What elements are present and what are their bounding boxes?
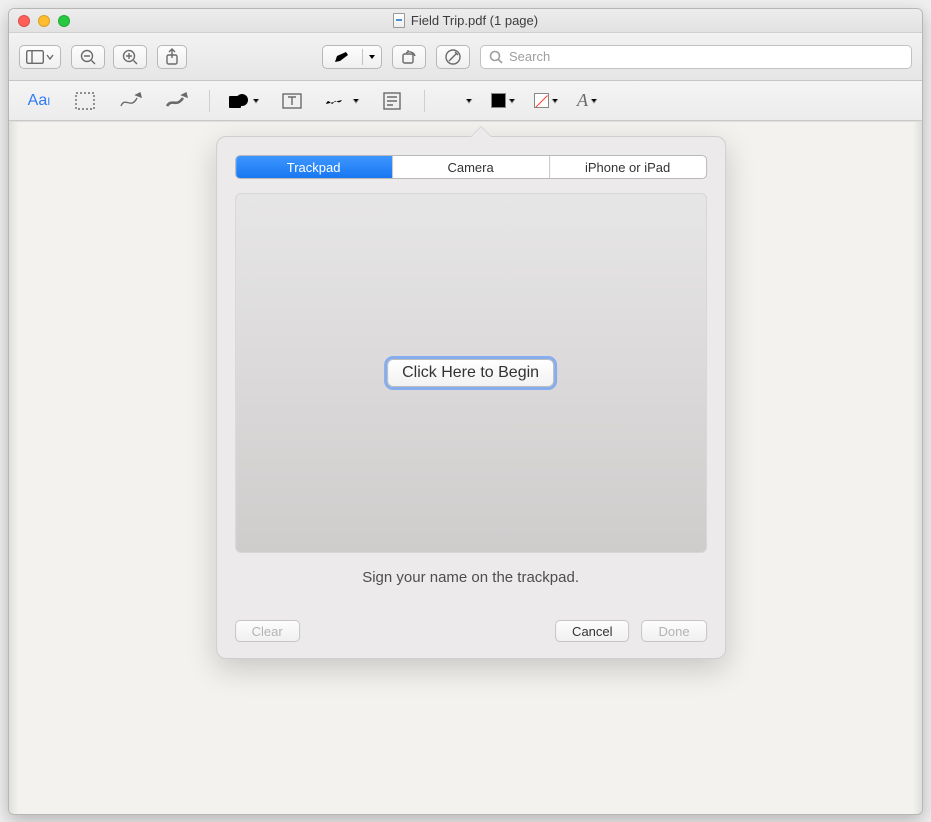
toolbar-divider [424,90,425,112]
cancel-button[interactable]: Cancel [555,620,629,642]
search-placeholder: Search [509,49,550,64]
chevron-down-icon [508,97,516,105]
chevron-down-icon [465,97,473,105]
popover-arrow [471,127,491,137]
search-icon [489,50,503,64]
title-bar: Field Trip.pdf (1 page) [9,9,922,33]
document-area: Trackpad Camera iPhone or iPad Click Her… [9,121,922,814]
document-icon [393,13,405,28]
fill-color-swatch [534,93,549,108]
begin-signature-button[interactable]: Click Here to Begin [387,359,554,387]
rotate-button[interactable] [392,45,426,69]
font-icon: A [577,90,588,111]
popover-button-row: Clear Cancel Done [235,620,707,642]
note-button[interactable] [378,88,406,114]
sketch-button[interactable] [117,88,145,114]
rectangular-selection-button[interactable] [71,88,99,114]
zoom-out-button[interactable] [71,45,105,69]
chevron-down-icon [368,53,376,61]
note-icon [383,92,401,110]
draw-icon [165,92,189,110]
zoom-out-icon [79,48,97,66]
signature-instruction: Sign your name on the trackpad. [235,569,707,586]
signature-canvas[interactable]: Click Here to Begin [235,193,707,553]
chevron-down-icon [252,97,260,105]
text-box-button[interactable] [278,88,306,114]
border-width-button[interactable] [443,94,473,108]
shapes-icon [228,92,250,110]
zoom-window-button[interactable] [58,15,70,27]
main-toolbar: Search [9,33,922,81]
chevron-down-icon [590,97,598,105]
sign-button[interactable] [324,92,360,110]
highlight-button[interactable] [322,45,382,69]
chevron-down-icon [352,97,360,105]
line-weight-icon [443,94,463,108]
window-title: Field Trip.pdf (1 page) [411,13,538,28]
markup-icon [444,48,462,66]
signature-popover: Trackpad Camera iPhone or iPad Click Her… [216,136,726,659]
shapes-button[interactable] [228,92,260,110]
tab-trackpad[interactable]: Trackpad [236,156,393,178]
share-icon [164,48,180,66]
zoom-group [71,45,147,69]
text-style-icon: AaI [28,92,51,110]
text-style-button[interactable]: AaI [25,88,53,114]
preview-window: Field Trip.pdf (1 page) [8,8,923,815]
minimize-window-button[interactable] [38,15,50,27]
border-color-swatch [491,93,506,108]
signature-icon [324,92,350,110]
search-field[interactable]: Search [480,45,912,69]
tab-iphone-ipad[interactable]: iPhone or iPad [550,156,706,178]
chevron-down-icon [46,53,54,61]
close-window-button[interactable] [18,15,30,27]
done-button[interactable]: Done [642,620,707,642]
sketch-icon [119,92,143,110]
zoom-in-icon [121,48,139,66]
chevron-down-icon [551,97,559,105]
markup-button[interactable] [436,45,470,69]
selection-icon [75,92,95,110]
rotate-left-icon [400,48,418,66]
sidebar-view-button[interactable] [19,45,61,69]
border-color-button[interactable] [491,93,516,108]
fill-color-button[interactable] [534,93,559,108]
window-controls [18,15,70,27]
share-button[interactable] [157,45,187,69]
toolbar-divider [209,90,210,112]
zoom-in-button[interactable] [113,45,147,69]
markup-toolbar: AaI [9,81,922,121]
clear-button[interactable]: Clear [235,620,300,642]
font-button[interactable]: A [577,90,598,111]
window-title-area: Field Trip.pdf (1 page) [9,13,922,28]
draw-button[interactable] [163,88,191,114]
text-box-icon [282,92,302,110]
signature-source-tabs: Trackpad Camera iPhone or iPad [235,155,707,179]
highlighter-icon [332,49,354,65]
tab-camera[interactable]: Camera [393,156,550,178]
sidebar-icon [26,50,44,64]
